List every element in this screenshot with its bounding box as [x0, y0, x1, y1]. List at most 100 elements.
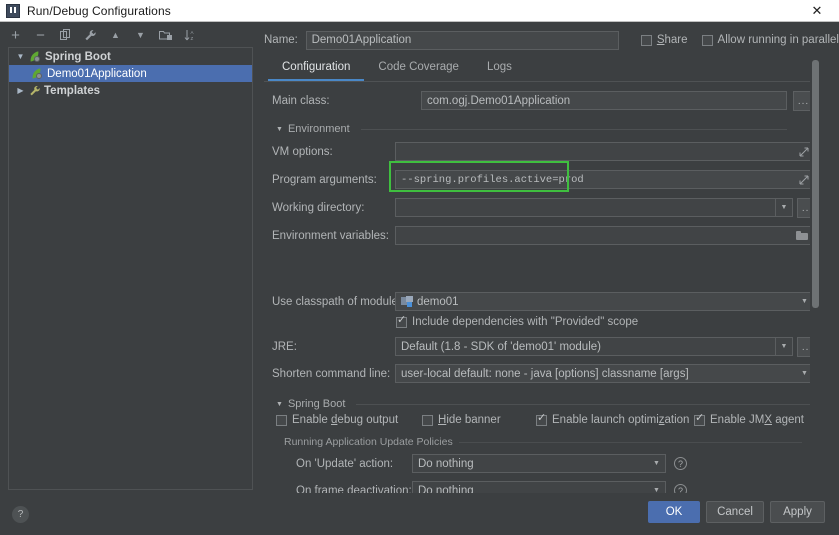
hide-banner-checkbox-box[interactable] [422, 414, 433, 426]
main-class-value: com.ogj.Demo01Application [427, 94, 571, 107]
title-bar: Run/Debug Configurations ✕ [0, 0, 839, 22]
working-directory-input[interactable]: ▼ [395, 198, 793, 217]
tree-node-demo01application[interactable]: Demo01Application [9, 65, 252, 82]
name-input[interactable]: Demo01Application [305, 30, 619, 50]
configuration-form: Main class: com.ogj.Demo01Application ..… [264, 85, 818, 500]
jre-combo[interactable]: Default (1.8 - SDK of 'demo01' module) ▼ [395, 337, 793, 356]
move-down-button[interactable]: ▼ [133, 28, 148, 43]
enable-jmx-agent-checkbox-box[interactable] [694, 413, 705, 426]
apply-button[interactable]: Apply [770, 501, 825, 523]
use-classpath-label: Use classpath of module: [272, 296, 402, 308]
run-debug-configurations-dialog: Run/Debug Configurations ✕ + − ▲ ▼ AZ ▼ … [0, 0, 839, 535]
on-update-action-row: On 'Update' action: [296, 454, 393, 474]
environment-variables-row: Environment variables: [272, 226, 389, 246]
remove-configuration-button[interactable]: − [33, 28, 48, 43]
allow-parallel-checkbox[interactable]: Allow running in parallel [701, 34, 839, 46]
chevron-down-icon[interactable]: ▼ [276, 401, 283, 408]
editor-tabs: Configuration Code Coverage Logs [268, 57, 526, 81]
vm-options-input[interactable] [395, 142, 814, 161]
working-directory-row: Working directory: [272, 198, 364, 218]
tree-node-spring-boot[interactable]: ▼ Spring Boot [9, 48, 252, 65]
spring-boot-icon [31, 67, 44, 80]
include-provided-label: Include dependencies with "Provided" sco… [412, 316, 639, 328]
environment-section-header[interactable]: ▼ Environment [276, 123, 787, 135]
main-class-input[interactable]: com.ogj.Demo01Application [421, 91, 787, 110]
spring-boot-icon [29, 50, 42, 63]
hide-banner-label: Hide banner [438, 414, 501, 426]
enable-launch-optimization-checkbox-box[interactable] [536, 413, 547, 426]
share-checkbox[interactable]: Share [640, 34, 688, 46]
use-classpath-value: demo01 [417, 295, 459, 308]
tree-node-label: Spring Boot [45, 50, 111, 63]
editor-scrollbar-thumb[interactable] [812, 60, 819, 308]
program-arguments-row: Program arguments: [272, 170, 377, 190]
enable-debug-output-checkbox-box[interactable] [276, 414, 287, 426]
svg-text:Z: Z [191, 36, 194, 41]
enable-jmx-agent-label: Enable JMX agent [710, 414, 804, 426]
subsection-divider [458, 441, 802, 443]
environment-section-label: Environment [287, 123, 350, 135]
folder-add-icon[interactable] [158, 28, 173, 43]
help-button[interactable]: ? [12, 506, 29, 523]
sort-configurations-icon[interactable]: AZ [183, 28, 198, 43]
intellij-idea-icon [6, 3, 20, 18]
copy-configuration-button[interactable] [58, 28, 73, 43]
configurations-tree[interactable]: ▼ Spring Boot Demo01Application ▶ Templa… [8, 47, 253, 490]
ok-button[interactable]: OK [648, 501, 700, 523]
hide-banner-checkbox[interactable]: Hide banner [422, 414, 501, 426]
working-directory-label: Working directory: [272, 202, 365, 214]
edit-templates-wrench-icon[interactable] [83, 28, 98, 43]
on-update-action-help-icon[interactable]: ? [674, 457, 687, 470]
shorten-command-line-combo[interactable]: user-local default: none - java [options… [395, 364, 814, 383]
dialog-footer: ? OK Cancel Apply https://blog.csdn.net/… [0, 493, 839, 535]
tree-node-templates[interactable]: ▶ Templates [9, 82, 252, 99]
spring-boot-section-header[interactable]: ▼ Spring Boot [276, 398, 814, 410]
name-label: Name: [264, 34, 298, 46]
use-classpath-row: Use classpath of module: [272, 292, 401, 312]
enable-launch-optimization-checkbox[interactable]: Enable launch optimization [536, 413, 690, 426]
update-policies-subsection-header: Running Application Update Policies [284, 436, 802, 448]
use-classpath-combo[interactable]: demo01 ▼ [395, 292, 814, 311]
program-arguments-value: --spring.profiles.active=prod [401, 173, 584, 186]
configuration-editor-panel: Name: Demo01Application Share Allow runn… [258, 23, 839, 500]
shorten-command-line-row: Shorten command line: [272, 364, 390, 384]
expand-icon[interactable] [799, 147, 809, 157]
environment-variables-input[interactable] [395, 226, 814, 245]
window-title: Run/Debug Configurations [27, 3, 171, 18]
chevron-right-icon[interactable]: ▶ [15, 86, 26, 95]
include-provided-checkbox-box[interactable] [396, 315, 407, 328]
tab-configuration[interactable]: Configuration [268, 57, 365, 81]
chevron-down-icon[interactable]: ▼ [648, 454, 665, 473]
program-arguments-label: Program arguments: [272, 174, 377, 186]
chevron-down-icon[interactable]: ▼ [15, 52, 26, 61]
expand-icon[interactable] [799, 175, 809, 185]
close-icon[interactable]: ✕ [795, 0, 839, 21]
include-provided-checkbox[interactable]: Include dependencies with "Provided" sco… [396, 315, 639, 328]
wrench-icon [29, 85, 41, 97]
enable-jmx-agent-checkbox[interactable]: Enable JMX agent [694, 413, 804, 426]
allow-parallel-label: Allow running in parallel [717, 34, 839, 46]
chevron-down-icon[interactable]: ▼ [775, 337, 792, 356]
name-input-value: Demo01Application [311, 34, 412, 46]
enable-launch-optimization-label: Enable launch optimization [552, 414, 690, 426]
cancel-button[interactable]: Cancel [706, 501, 764, 523]
share-checkbox-box[interactable] [640, 34, 652, 46]
chevron-down-icon[interactable]: ▼ [276, 126, 283, 133]
name-row: Name: Demo01Application Share Allow runn… [264, 30, 839, 50]
chevron-down-icon[interactable]: ▼ [775, 198, 792, 217]
jre-label: JRE: [272, 341, 297, 353]
configurations-toolbar: + − ▲ ▼ AZ [0, 23, 254, 47]
allow-parallel-checkbox-box[interactable] [701, 34, 713, 46]
move-up-button[interactable]: ▲ [108, 28, 123, 43]
folder-icon[interactable] [796, 230, 809, 241]
module-icon [401, 296, 413, 307]
jre-row: JRE: [272, 337, 297, 357]
environment-variables-label: Environment variables: [272, 230, 389, 242]
tab-code-coverage[interactable]: Code Coverage [364, 57, 473, 81]
enable-debug-output-checkbox[interactable]: Enable debug output [276, 414, 398, 426]
shorten-command-line-label: Shorten command line: [272, 368, 391, 380]
on-update-action-combo[interactable]: Do nothing ▼ [412, 454, 666, 473]
program-arguments-input[interactable]: --spring.profiles.active=prod [395, 170, 814, 189]
add-configuration-button[interactable]: + [8, 28, 23, 43]
tab-logs[interactable]: Logs [473, 57, 526, 81]
